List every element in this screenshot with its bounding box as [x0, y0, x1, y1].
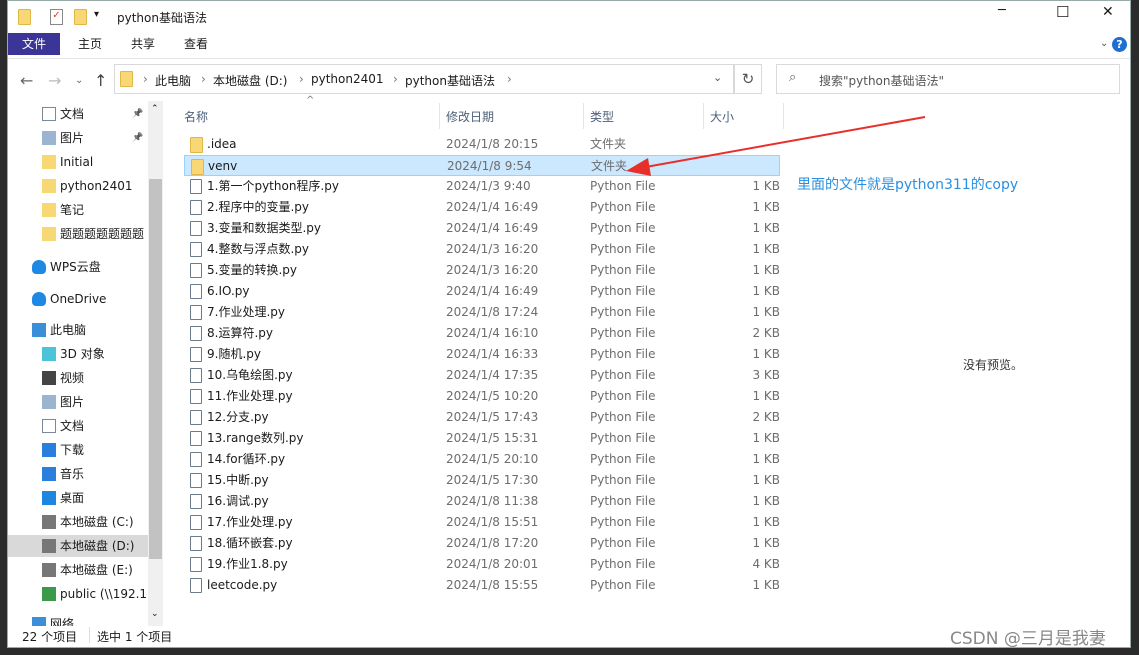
annotation-arrow: [626, 116, 926, 176]
arrow-line: [639, 116, 926, 169]
arrow-head-icon: [626, 158, 651, 176]
watermark: CSDN @三月是我妻: [950, 629, 1106, 649]
